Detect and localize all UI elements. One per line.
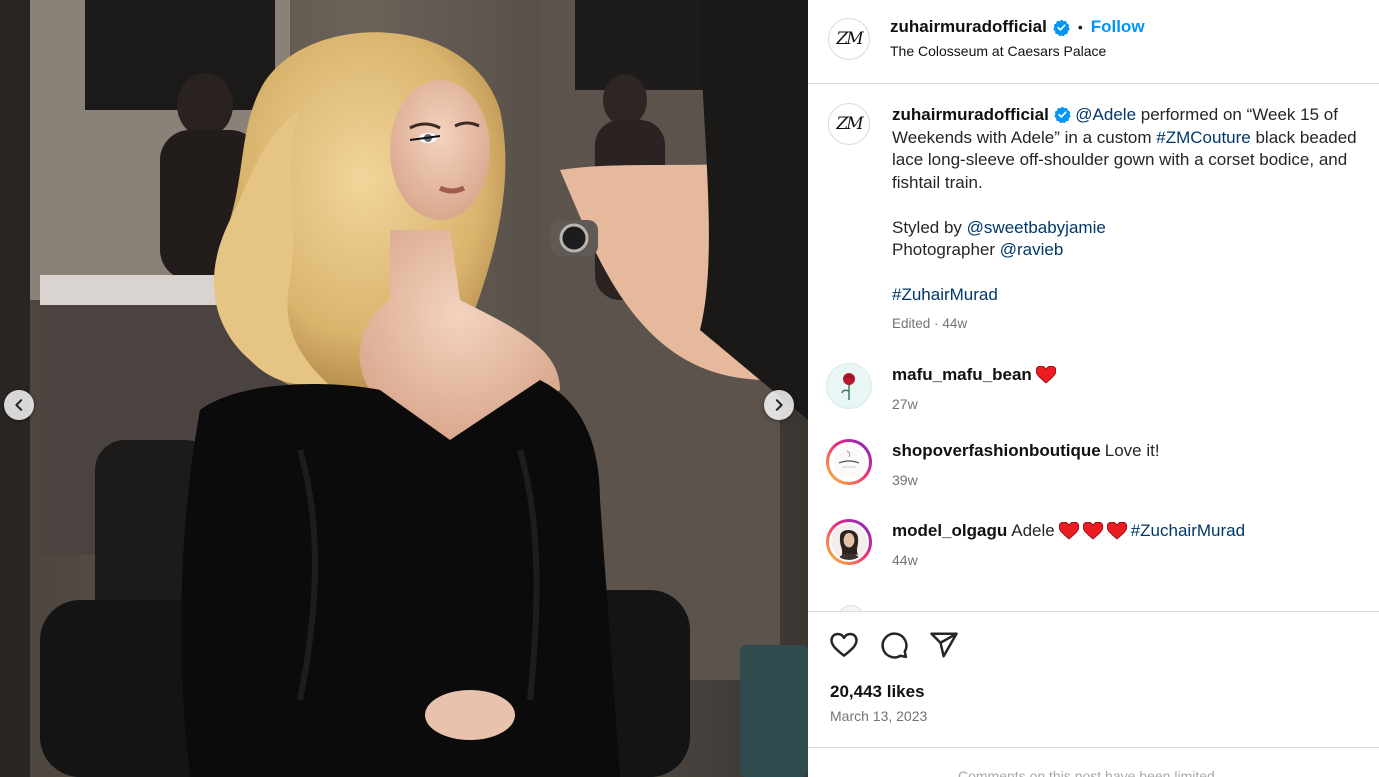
portrait-avatar-icon: [831, 524, 867, 560]
comment-box-area: Comments on this post have been limited.: [808, 747, 1379, 777]
comment-item: mafu_mafu_bean 27w: [808, 363, 1379, 433]
caption-time[interactable]: 44w: [942, 316, 967, 331]
commenter-avatar[interactable]: [826, 519, 872, 565]
like-button[interactable]: [828, 629, 860, 661]
heart-outline-icon: [830, 632, 858, 657]
next-image-button[interactable]: [764, 390, 794, 420]
comment-time[interactable]: 27w: [892, 396, 918, 412]
comment-button[interactable]: [878, 629, 910, 661]
verified-badge-icon: [1053, 106, 1071, 123]
comment-time[interactable]: 39w: [892, 472, 918, 488]
comment-item: model_olgagu Adele #ZuchairMurad 44w: [808, 519, 1379, 589]
comments-limited-notice: Comments on this post have been limited.: [958, 768, 1219, 777]
comments-section[interactable]: ZM zuhairmuradofficial @Adele performed …: [808, 85, 1379, 611]
caption-text: zuhairmuradofficial @Adele performed on …: [892, 104, 1374, 307]
hashtag-link[interactable]: #ZMCouture: [1156, 128, 1250, 147]
boutique-logo-icon: [833, 446, 865, 478]
stylist-mention-link[interactable]: @sweetbabyjamie: [967, 218, 1106, 237]
chevron-right-icon: [775, 399, 783, 411]
red-heart-emoji-icon: [1106, 522, 1127, 540]
mention-link[interactable]: @Adele: [1075, 105, 1136, 124]
author-avatar[interactable]: ZM: [828, 18, 870, 60]
brand-hashtag-link[interactable]: #ZuhairMurad: [892, 285, 998, 304]
share-button[interactable]: [928, 629, 960, 661]
commenter-avatar[interactable]: [826, 363, 872, 409]
caption-username[interactable]: zuhairmuradofficial: [892, 105, 1049, 124]
red-heart-emoji-icon: [1035, 366, 1056, 384]
red-heart-emoji-icon: [1082, 522, 1103, 540]
follow-button[interactable]: Follow: [1091, 17, 1145, 37]
chevron-left-icon: [15, 399, 23, 411]
caption-meta: Edited · 44w: [892, 316, 967, 331]
post-side-panel: ZM zuhairmuradofficial • Follow The Colo…: [808, 0, 1379, 777]
post-actions: 20,443 likes March 13, 2023: [808, 611, 1379, 747]
styled-by-label: Styled by: [892, 217, 967, 237]
post-location[interactable]: The Colosseum at Caesars Palace: [890, 43, 1106, 59]
commenter-username[interactable]: model_olgagu: [892, 521, 1007, 541]
header-separator: •: [1077, 19, 1083, 35]
commenter-username[interactable]: mafu_mafu_bean: [892, 365, 1032, 385]
photographer-label: Photographer: [892, 240, 1000, 259]
post-photo: [0, 0, 808, 777]
caption-avatar[interactable]: ZM: [828, 103, 870, 145]
paper-plane-icon: [930, 632, 958, 658]
edited-label: Edited: [892, 316, 931, 331]
like-count[interactable]: 20,443 likes: [830, 682, 925, 702]
comment-time[interactable]: 44w: [892, 552, 918, 568]
post-media[interactable]: [0, 0, 808, 777]
comment-text: Love it!: [1104, 441, 1160, 460]
commenter-avatar[interactable]: [826, 439, 872, 485]
meta-separator: ·: [934, 316, 939, 331]
post-date[interactable]: March 13, 2023: [830, 708, 927, 724]
red-heart-emoji-icon: [1058, 522, 1079, 540]
comment-text: Adele: [1011, 521, 1055, 540]
rose-icon: [841, 373, 855, 400]
comment-item: shopoverfashionboutique Love it! 39w: [808, 439, 1379, 509]
comment-hashtag-link[interactable]: #ZuchairMurad: [1131, 521, 1245, 541]
post-header: ZM zuhairmuradofficial • Follow The Colo…: [808, 0, 1379, 84]
photographer-mention-link[interactable]: @ravieb: [1000, 240, 1064, 259]
comment-icon: [881, 632, 908, 659]
commenter-username[interactable]: shopoverfashionboutique: [892, 441, 1101, 461]
author-username[interactable]: zuhairmuradofficial: [890, 17, 1047, 37]
previous-image-button[interactable]: [4, 390, 34, 420]
verified-badge-icon: [1053, 19, 1070, 36]
